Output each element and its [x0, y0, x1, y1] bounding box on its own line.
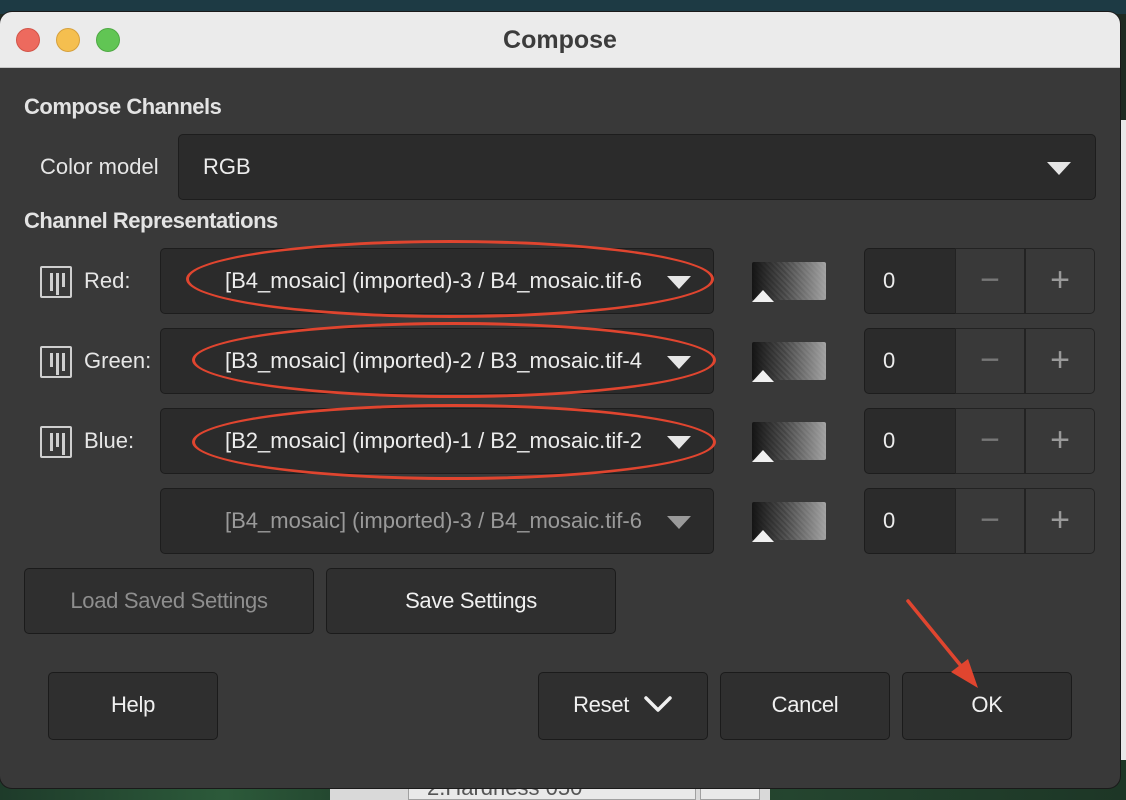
help-button[interactable]: Help [48, 672, 218, 740]
channel-red-icon[interactable] [40, 266, 72, 298]
channel-alpha-offset-spinner: 0 − + [864, 488, 1096, 554]
channel-green-source-select[interactable]: [B3_mosaic] (imported)-2 / B3_mosaic.tif… [160, 328, 714, 394]
channel-red-source-select[interactable]: [B4_mosaic] (imported)-3 / B4_mosaic.tif… [160, 248, 714, 314]
load-saved-settings-button[interactable]: Load Saved Settings [24, 568, 314, 634]
decrement-button[interactable]: − [955, 408, 1025, 474]
chevron-down-icon [644, 696, 672, 712]
channel-blue-offset-spinner: 0 − + [864, 408, 1096, 474]
channel-red-offset-input[interactable]: 0 [864, 248, 956, 314]
channel-blue-source-value: [B2_mosaic] (imported)-1 / B2_mosaic.tif… [225, 428, 642, 453]
channel-alpha-source-value: [B4_mosaic] (imported)-3 / B4_mosaic.tif… [225, 508, 642, 533]
color-model-value: RGB [203, 154, 251, 179]
slider-handle-icon[interactable] [752, 450, 774, 462]
channel-alpha-source-select[interactable]: [B4_mosaic] (imported)-3 / B4_mosaic.tif… [160, 488, 714, 554]
channel-blue-gradient-slider[interactable] [752, 422, 826, 462]
channel-green-icon[interactable] [40, 346, 72, 378]
chevron-down-icon [667, 436, 691, 449]
channel-blue-icon[interactable] [40, 426, 72, 458]
channel-green-offset-spinner: 0 − + [864, 328, 1096, 394]
channel-representations-heading: Channel Representations [24, 208, 278, 233]
increment-button[interactable]: + [1025, 488, 1095, 554]
slider-handle-icon[interactable] [752, 370, 774, 382]
channel-red-label: Red: [84, 268, 131, 293]
channel-green-offset-input[interactable]: 0 [864, 328, 956, 394]
channel-blue-offset-input[interactable]: 0 [864, 408, 956, 474]
ok-button[interactable]: OK [902, 672, 1072, 740]
channel-green-source-value: [B3_mosaic] (imported)-2 / B3_mosaic.tif… [225, 348, 642, 373]
increment-button[interactable]: + [1025, 328, 1095, 394]
channel-blue-source-select[interactable]: [B2_mosaic] (imported)-1 / B2_mosaic.tif… [160, 408, 714, 474]
reset-button[interactable]: Reset [538, 672, 708, 740]
decrement-button[interactable]: − [955, 488, 1025, 554]
channel-red-source-value: [B4_mosaic] (imported)-3 / B4_mosaic.tif… [225, 268, 642, 293]
chevron-down-icon [1047, 162, 1071, 175]
channel-blue-label: Blue: [84, 428, 135, 453]
channel-green-gradient-slider[interactable] [752, 342, 826, 382]
title-bar: Compose [0, 12, 1120, 68]
color-model-label: Color model [40, 154, 159, 179]
window-title: Compose [503, 26, 617, 54]
slider-handle-icon[interactable] [752, 290, 774, 302]
chevron-down-icon [667, 356, 691, 369]
cancel-button[interactable]: Cancel [720, 672, 890, 740]
decrement-button[interactable]: − [955, 248, 1025, 314]
channel-alpha-gradient-slider[interactable] [752, 502, 826, 542]
slider-handle-icon[interactable] [752, 530, 774, 542]
compose-channels-heading: Compose Channels [24, 94, 222, 119]
chevron-down-icon [667, 516, 691, 529]
channel-red-offset-spinner: 0 − + [864, 248, 1096, 314]
channel-green-label: Green: [84, 348, 152, 373]
save-settings-button[interactable]: Save Settings [326, 568, 616, 634]
chevron-down-icon [667, 276, 691, 289]
decrement-button[interactable]: − [955, 328, 1025, 394]
increment-button[interactable]: + [1025, 248, 1095, 314]
reset-label: Reset [573, 692, 630, 717]
channel-alpha-offset-input[interactable]: 0 [864, 488, 956, 554]
channel-red-gradient-slider[interactable] [752, 262, 826, 302]
compose-dialog: Compose Compose Channels Color model RGB… [0, 12, 1120, 788]
increment-button[interactable]: + [1025, 408, 1095, 474]
color-model-select[interactable]: RGB [178, 134, 1096, 200]
